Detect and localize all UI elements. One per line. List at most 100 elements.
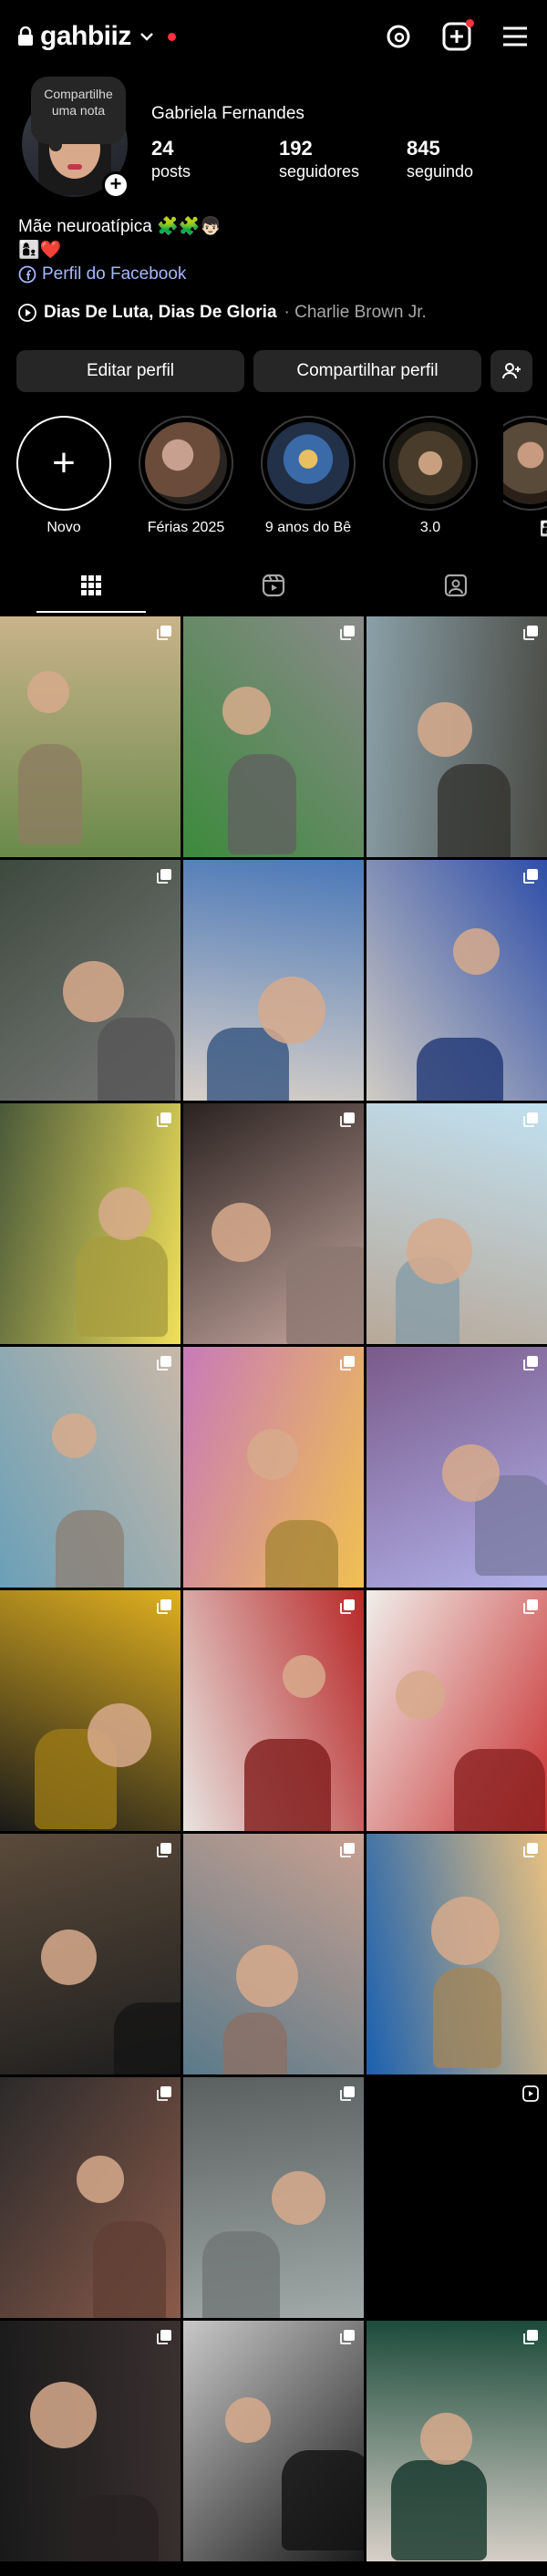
post-thumbnail[interactable] — [366, 2321, 547, 2561]
profile-stats: 24 posts 192 seguidores 845 seguindo — [151, 137, 534, 182]
post-thumbnail[interactable] — [0, 2321, 181, 2561]
post-thumbnail[interactable] — [366, 616, 547, 857]
carousel-icon — [523, 1356, 538, 1371]
menu-icon[interactable] — [500, 21, 531, 52]
highlight-item[interactable]: 👨‍👩‍👦 — [503, 416, 547, 538]
carousel-icon — [340, 626, 355, 640]
post-thumbnail[interactable] — [183, 1103, 364, 1344]
create-icon[interactable] — [441, 19, 474, 52]
profile-bio: Mãe neuroatípica 🧩🧩👦🏻 👩‍👦❤️ Perfil do Fa… — [18, 215, 222, 286]
stat-followers[interactable]: 192 seguidores — [279, 137, 407, 182]
post-thumbnail[interactable] — [366, 1347, 547, 1588]
add-person-icon — [502, 363, 521, 379]
edit-profile-button[interactable]: Editar perfil — [16, 350, 244, 392]
post-thumbnail[interactable] — [366, 1834, 547, 2074]
post-thumbnail[interactable] — [0, 616, 181, 857]
carousel-icon — [340, 2086, 355, 2101]
carousel-icon — [340, 1112, 355, 1127]
post-thumbnail[interactable] — [366, 860, 547, 1101]
share-profile-button[interactable]: Compartilhar perfil — [253, 350, 481, 392]
post-thumbnail[interactable] — [0, 860, 181, 1101]
highlight-cover — [503, 422, 547, 504]
threads-icon[interactable] — [383, 21, 414, 52]
facebook-icon — [18, 265, 36, 284]
post-thumbnail[interactable] — [0, 1347, 181, 1588]
reels-icon — [262, 574, 285, 597]
carousel-icon — [340, 2330, 355, 2344]
carousel-icon — [523, 1112, 538, 1127]
tab-reels[interactable] — [182, 558, 365, 613]
highlight-item[interactable]: 9 anos do Bê — [259, 416, 357, 538]
carousel-icon — [157, 1599, 171, 1614]
facebook-link-text: Perfil do Facebook — [42, 264, 187, 284]
carousel-icon — [157, 1356, 171, 1371]
post-thumbnail[interactable] — [0, 1834, 181, 2074]
carousel-icon — [157, 1112, 171, 1127]
stat-value: 24 — [151, 137, 174, 160]
tagged-icon — [444, 574, 468, 597]
carousel-icon — [523, 626, 538, 640]
highlight-item[interactable]: Férias 2025 — [137, 416, 235, 538]
profile-actions: Editar perfil Compartilhar perfil — [16, 350, 532, 392]
highlight-cover — [145, 422, 227, 504]
post-thumbnail[interactable] — [366, 2077, 547, 2318]
note-bubble[interactable]: Compartilhe uma nota — [31, 77, 126, 151]
highlight-label: Férias 2025 — [147, 520, 225, 535]
top-bar: gahbiiz — [0, 0, 547, 73]
stat-following[interactable]: 845 seguindo — [407, 137, 534, 182]
post-thumbnail[interactable] — [183, 616, 364, 857]
post-thumbnail[interactable] — [366, 1103, 547, 1344]
carousel-icon — [523, 869, 538, 884]
stat-label: seguidores — [279, 162, 360, 181]
profile-username: gahbiiz — [40, 21, 131, 51]
post-thumbnail[interactable] — [0, 2077, 181, 2318]
reel-icon — [522, 2085, 539, 2102]
notification-dot — [167, 32, 176, 41]
highlight-label: Novo — [46, 520, 81, 535]
post-thumbnail[interactable] — [183, 2077, 364, 2318]
highlight-new[interactable]: + Novo — [15, 416, 113, 538]
discover-people-button[interactable] — [490, 350, 532, 392]
account-switcher[interactable]: gahbiiz — [16, 21, 176, 52]
lock-icon — [18, 26, 33, 46]
carousel-icon — [523, 1599, 538, 1614]
post-thumbnail[interactable] — [0, 1590, 181, 1831]
carousel-icon — [157, 2330, 171, 2344]
post-thumbnail[interactable] — [183, 1590, 364, 1831]
highlight-cover — [389, 422, 471, 504]
post-thumbnail[interactable] — [183, 2321, 364, 2561]
music-title: Dias De Luta, Dias De Gloria — [44, 303, 277, 322]
profile-music[interactable]: Dias De Luta, Dias De Gloria · Charlie B… — [18, 303, 427, 323]
carousel-icon — [340, 1356, 355, 1371]
add-story-plus-icon[interactable]: + — [102, 171, 129, 199]
post-thumbnail[interactable] — [0, 1103, 181, 1344]
stat-posts[interactable]: 24 posts — [151, 137, 279, 182]
carousel-icon — [523, 2330, 538, 2344]
stat-value: 845 — [407, 137, 440, 160]
carousel-icon — [157, 626, 171, 640]
post-thumbnail[interactable] — [183, 1834, 364, 2074]
bio-line: Mãe neuroatípica 🧩🧩👦🏻 — [18, 217, 222, 236]
highlight-cover — [267, 422, 349, 504]
create-notification-dot — [466, 19, 474, 27]
tab-posts-grid[interactable] — [0, 558, 182, 613]
play-icon — [18, 304, 36, 322]
facebook-profile-link[interactable]: Perfil do Facebook — [18, 263, 222, 286]
post-thumbnail[interactable] — [183, 1347, 364, 1588]
post-thumbnail[interactable] — [183, 860, 364, 1101]
posts-grid — [0, 616, 547, 2561]
bio-line: 👩‍👦❤️ — [18, 241, 62, 260]
post-thumbnail[interactable] — [366, 1590, 547, 1831]
highlight-item[interactable]: 3.0 — [381, 416, 480, 538]
profile-tabs — [0, 558, 547, 613]
highlight-label: 👨‍👩‍👦 — [540, 520, 547, 538]
music-artist: · Charlie Brown Jr. — [284, 303, 427, 322]
tab-tagged[interactable] — [365, 558, 547, 613]
stat-label: seguindo — [407, 162, 474, 181]
plus-icon: + — [23, 422, 105, 504]
carousel-icon — [157, 2086, 171, 2101]
story-highlights: + Novo Férias 2025 9 anos do Bê 3.0 👨‍👩‍… — [15, 416, 547, 538]
stat-label: posts — [151, 162, 191, 181]
carousel-icon — [340, 1599, 355, 1614]
highlight-label: 3.0 — [419, 520, 441, 535]
